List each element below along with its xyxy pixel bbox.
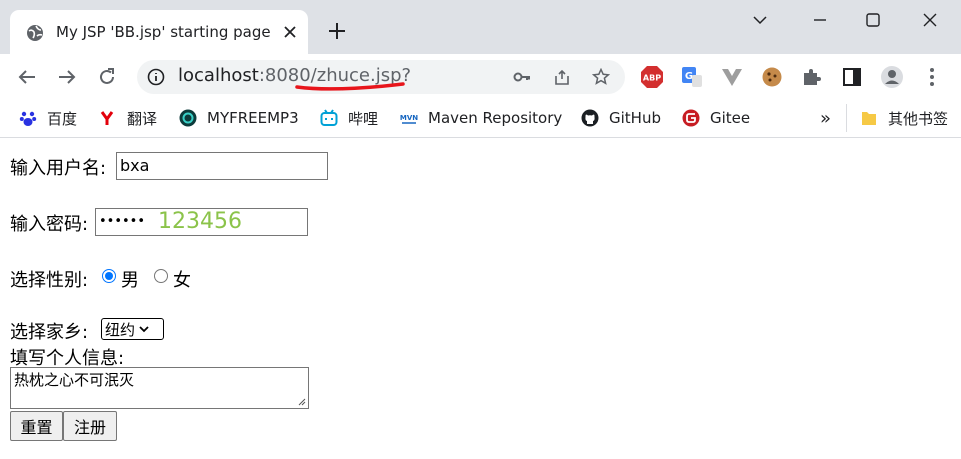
chevron-double-right-icon: » [820,107,832,129]
reset-button[interactable]: 重置 [10,411,63,441]
more-menu-icon[interactable] [920,65,944,89]
other-bookmarks-folder[interactable]: 其他书签 [860,108,948,128]
browser-tab-strip: My JSP 'BB.jsp' starting page [0,0,961,54]
bookmark-maven[interactable]: MVN Maven Repository [400,108,562,128]
bookmark-gitee[interactable]: Gitee [682,108,750,128]
gender-male-label: 男 [121,270,139,291]
bookmark-bilibili[interactable]: 哔哩 [320,108,378,128]
extensions-puzzle-icon[interactable] [800,65,824,89]
resize-handle-icon[interactable] [297,397,306,406]
tab-title: My JSP 'BB.jsp' starting page [56,23,271,41]
profile-avatar-icon[interactable] [880,65,904,89]
bookmark-star-icon[interactable] [592,68,610,86]
bookmarks-divider [846,104,847,132]
folder-icon [862,112,876,125]
maven-icon: MVN [400,114,418,124]
cookie-icon[interactable] [760,65,784,89]
password-mask: •••••• [99,214,146,229]
username-input[interactable]: bxa [116,152,328,180]
bookmark-translate[interactable]: 翻译 [99,108,157,128]
gender-label: 选择性别: [10,270,89,291]
svg-text:G: G [685,71,693,82]
baidu-paw-icon [19,111,37,126]
bookmark-label: 翻译 [127,109,158,128]
other-bookmarks-label: 其他书签 [888,109,949,128]
site-info-icon[interactable] [147,68,165,86]
side-panel-icon[interactable] [840,65,864,89]
hometown-value: 纽约 [105,320,136,339]
gender-female-label: 女 [173,270,191,291]
hometown-select[interactable]: 纽约 [101,318,164,340]
github-icon [581,109,599,127]
register-button[interactable]: 注册 [63,411,117,441]
info-value: 热枕之心不可泯灭 [14,371,135,389]
username-value: bxa [120,156,150,175]
info-textarea[interactable]: 热枕之心不可泯灭 [10,367,309,409]
forward-arrow-icon[interactable] [56,66,78,88]
chevron-down-icon [139,326,149,333]
minimize-icon[interactable] [810,10,830,30]
gender-radio-male[interactable] [102,267,116,286]
key-icon[interactable] [513,68,531,86]
music-icon [179,109,197,127]
maximize-icon[interactable] [863,10,883,30]
svg-text:MVN: MVN [400,114,418,122]
gitee-icon [682,109,700,127]
back-arrow-icon[interactable] [16,66,38,88]
bookmark-label: Maven Repository [428,109,563,127]
active-tab[interactable]: My JSP 'BB.jsp' starting page [10,10,308,54]
svg-text:ABP: ABP [643,74,661,83]
bilibili-icon [320,109,338,126]
new-tab-icon[interactable] [328,22,346,40]
bookmark-label: Gitee [710,109,751,127]
gender-radio-female[interactable] [154,267,168,286]
bookmark-label: 哔哩 [348,109,379,128]
bookmarks-bar: 百度 翻译 MYFREEMP3 哔哩 MVN Maven Repository [0,100,961,138]
reload-icon[interactable] [96,66,118,88]
page-content: 输入用户名: bxa 输入密码: •••••• 123456 选择性别: 男 女… [0,139,961,459]
url-host: localhost [178,65,259,86]
reset-button-label: 重置 [20,418,53,437]
google-translate-icon[interactable]: G [680,65,704,89]
bookmark-baidu[interactable]: 百度 [19,108,77,128]
bookmark-label: 百度 [47,109,78,128]
vue-devtools-icon[interactable] [720,65,744,89]
more-bookmarks-button[interactable]: » [820,107,832,129]
window-close-icon[interactable] [920,10,940,30]
password-annotation: 123456 [158,209,242,234]
close-tab-icon[interactable] [282,24,298,40]
hometown-label: 选择家乡: [10,322,89,343]
url-annotation-underline [295,82,405,91]
tab-search-icon[interactable] [750,10,770,30]
globe-icon [27,25,43,41]
adblock-icon[interactable]: ABP [640,65,664,89]
bookmark-github[interactable]: GitHub [581,108,661,128]
share-icon[interactable] [553,68,571,86]
register-button-label: 注册 [73,418,106,437]
username-label: 输入用户名: [10,158,107,179]
youdao-icon [100,111,114,125]
bookmark-label: GitHub [609,109,661,127]
bookmark-label: MYFREEMP3 [207,109,299,127]
bookmark-myfreemp3[interactable]: MYFREEMP3 [179,108,299,128]
password-label: 输入密码: [10,214,89,235]
